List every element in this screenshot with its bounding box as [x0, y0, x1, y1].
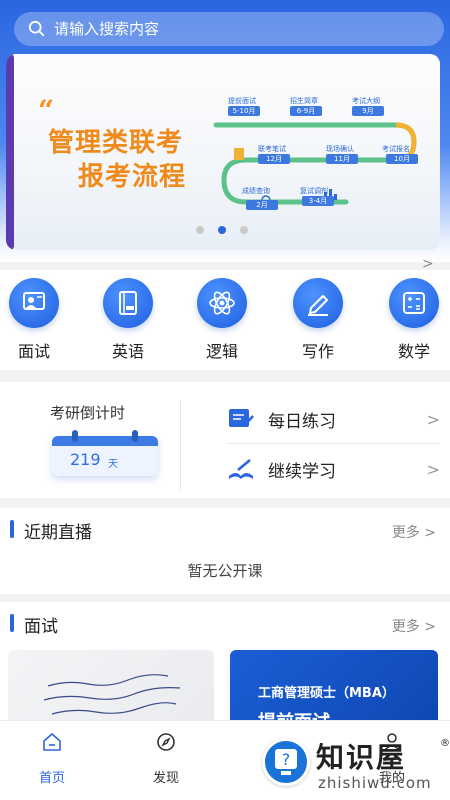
- step-period: 5-10月: [228, 106, 260, 116]
- countdown-days: 219: [70, 450, 101, 469]
- row-divider: [226, 443, 440, 444]
- carousel-dot[interactable]: [240, 226, 248, 234]
- daily-practice-button[interactable]: 每日练习 >: [226, 400, 444, 438]
- step-period: 3-4月: [302, 196, 334, 206]
- step-name: 招生简章: [290, 97, 318, 105]
- compass-icon: [157, 733, 175, 751]
- atom-icon: [197, 278, 247, 328]
- step-period: 12月: [258, 154, 290, 164]
- continue-learning-label: 继续学习: [268, 461, 336, 482]
- live-more-link[interactable]: 更多 >: [392, 522, 436, 542]
- mba-card-title: 工商管理硕士（MBA）: [258, 686, 395, 701]
- carousel-dot[interactable]: [196, 226, 204, 234]
- category-item-english[interactable]: 英语: [100, 278, 156, 362]
- chevron-right-icon: >: [426, 409, 440, 429]
- step-name: 联考笔试: [258, 145, 286, 153]
- english-book-icon: [103, 278, 153, 328]
- calendar-ring: [72, 430, 78, 442]
- category-label: 英语: [111, 342, 144, 361]
- calendar-header: [52, 436, 158, 446]
- category-label: 数学: [397, 342, 430, 361]
- section-accent-bar: [10, 520, 14, 538]
- step-period: 11月: [326, 154, 358, 164]
- home-icon: [43, 733, 61, 751]
- carousel-dot-active[interactable]: [218, 226, 226, 234]
- banner-accent-strip: [6, 54, 14, 250]
- category-grid: 面试 英语 逻辑 写作 数学: [0, 270, 450, 370]
- tab-label: 首页: [38, 771, 65, 786]
- step-name: 考试大纲: [352, 97, 380, 105]
- question-mark-icon: ?: [275, 749, 297, 775]
- watermark-registered: ®: [440, 738, 450, 749]
- watermark-url: zhishiwu.com: [318, 774, 432, 792]
- interview-icon: [9, 278, 59, 328]
- step-period: 9月: [352, 106, 384, 116]
- daily-practice-label: 每日练习: [268, 411, 336, 432]
- chevron-right-icon: >: [426, 459, 440, 479]
- watermark-logo: ?: [262, 738, 310, 786]
- search-bar[interactable]: [14, 12, 444, 46]
- step-name: 复试调剂: [300, 187, 328, 195]
- category-item-math[interactable]: 数学: [386, 278, 442, 362]
- step-name: 成绩查询: [242, 187, 270, 195]
- watermark-title: 知识屋: [316, 741, 407, 774]
- banner-title-line1: 管理类联考: [48, 128, 184, 158]
- pen-icon: [293, 278, 343, 328]
- step-name: 现场确认: [326, 145, 354, 153]
- banner-title-line2: 报考流程: [78, 162, 187, 192]
- step-period: 6-9月: [290, 106, 322, 116]
- promo-banner[interactable]: “ 管理类联考 报考流程 提前面试 5-10月 招生简章 6-9月 考试大纲 9…: [6, 54, 440, 250]
- live-empty-text: 暂无公开课: [187, 562, 263, 580]
- countdown-unit: 天: [108, 459, 118, 470]
- step-name: 提前面试: [228, 97, 256, 105]
- calculator-icon: [389, 278, 439, 328]
- calendar-ring: [132, 430, 138, 442]
- interview-section: 面试 更多 > 工商管理硕士（MBA） 提前面试: [0, 602, 450, 732]
- category-item-logic[interactable]: 逻辑: [194, 278, 250, 362]
- step-period: 10月: [386, 154, 418, 164]
- interview-more-link[interactable]: 更多 >: [392, 616, 436, 636]
- category-label: 写作: [301, 342, 334, 361]
- section-accent-bar: [10, 614, 14, 632]
- category-label: 逻辑: [205, 342, 238, 361]
- live-section-title: 近期直播: [24, 523, 92, 543]
- practice-notebook-icon: [229, 409, 254, 427]
- category-item-writing[interactable]: 写作: [290, 278, 346, 362]
- category-label: 面试: [17, 342, 50, 361]
- category-item-interview[interactable]: 面试: [6, 278, 62, 362]
- step-name: 考试报名: [382, 145, 410, 153]
- step-period: 2月: [246, 200, 278, 210]
- tab-home[interactable]: 首页: [22, 731, 82, 786]
- tab-label: 发现: [152, 771, 179, 786]
- open-book-icon: [229, 459, 253, 479]
- search-icon: [28, 20, 45, 37]
- interview-section-title: 面试: [24, 617, 58, 637]
- svg-text:?: ?: [282, 750, 291, 769]
- search-input[interactable]: [54, 20, 414, 38]
- live-section: 近期直播 更多 > 暂无公开课: [0, 508, 450, 594]
- carousel-dots: [196, 226, 248, 234]
- continue-learning-button[interactable]: 继续学习 >: [226, 450, 444, 488]
- tab-discover[interactable]: 发现: [136, 731, 196, 786]
- vertical-divider: [180, 400, 181, 490]
- countdown-title: 考研倒计时: [50, 404, 126, 422]
